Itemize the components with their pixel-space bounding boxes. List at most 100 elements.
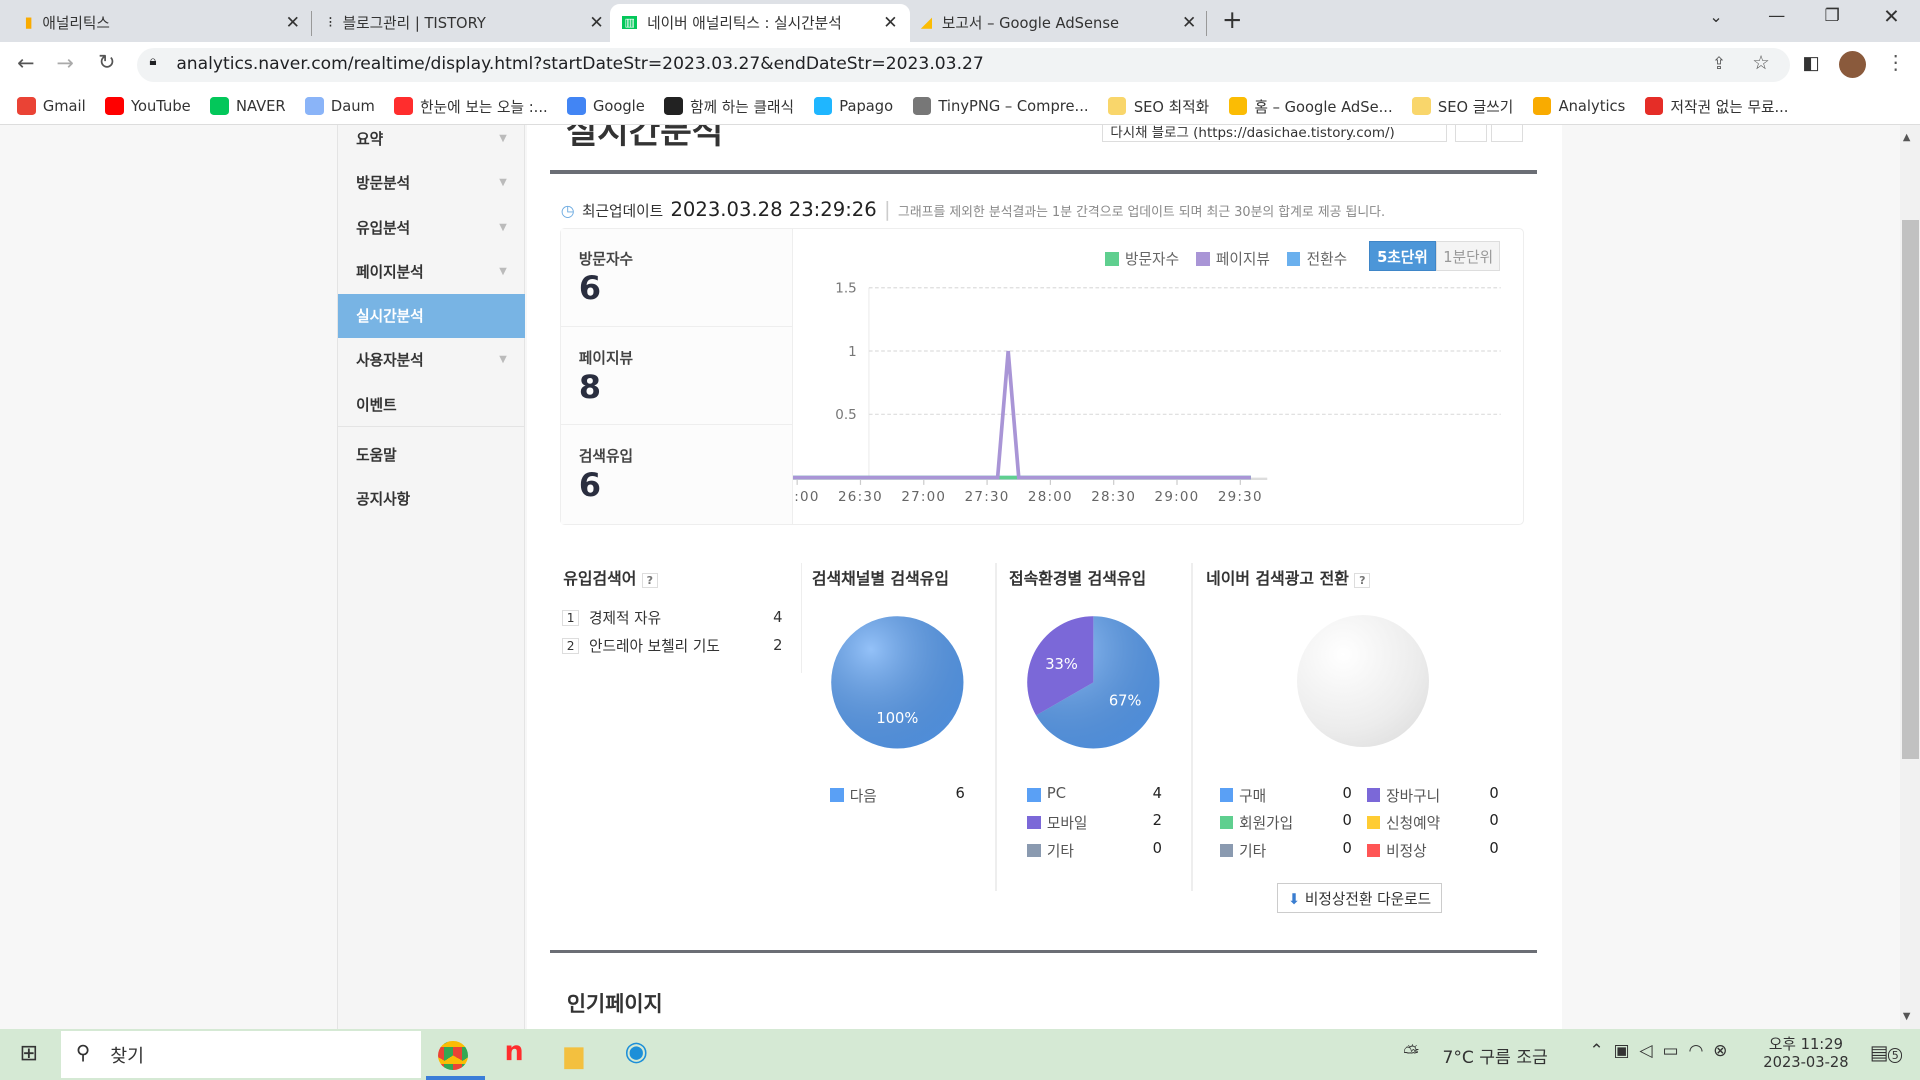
sidebar-item-0[interactable]: 요약 ▼ bbox=[338, 125, 525, 161]
clock[interactable]: 오후 11:29 2023-03-28 bbox=[1763, 1033, 1848, 1071]
reload-icon[interactable]: ↻ bbox=[98, 50, 115, 74]
env-legend: PC 4 모바일 2 기타 0 bbox=[1027, 784, 1162, 867]
legend-swatch bbox=[1219, 843, 1234, 858]
share-icon[interactable]: ⇪ bbox=[1712, 54, 1726, 74]
system-tray-icons[interactable]: ⌃▣◁▭◠⊗ bbox=[1589, 1041, 1737, 1061]
edge-icon[interactable]: ◉ bbox=[624, 1036, 648, 1067]
keyword-row[interactable]: 2 안드레아 보첼리 기도 2 bbox=[562, 632, 782, 660]
sidebar-item-4[interactable]: 실시간분석 bbox=[337, 293, 526, 338]
bookmark-icon bbox=[567, 96, 586, 116]
help-icon[interactable]: ? bbox=[641, 572, 658, 588]
back-icon[interactable]: ← bbox=[17, 51, 34, 75]
menu-icon[interactable]: ⋮ bbox=[1886, 51, 1906, 74]
help-icon[interactable]: ? bbox=[1354, 572, 1371, 588]
bookmark-12[interactable]: Analytics bbox=[1532, 96, 1625, 116]
bookmark-6[interactable]: 함께 하는 클래식 bbox=[664, 96, 794, 117]
bookmark-icon bbox=[17, 96, 36, 116]
bookmark-0[interactable]: Gmail bbox=[17, 96, 86, 116]
close-icon[interactable]: ✕ bbox=[286, 13, 300, 33]
site-select[interactable]: 다시채 블로그 (https://dasichae.tistory.com/) bbox=[1102, 124, 1448, 143]
minimize-button[interactable]: — bbox=[1768, 6, 1785, 26]
page-title: 실시간분석 bbox=[565, 124, 724, 152]
bookmark-9[interactable]: SEO 최적화 bbox=[1108, 96, 1209, 117]
legend-swatch bbox=[1196, 252, 1210, 266]
chart-legend: 방문자수 페이지뷰 전환수 bbox=[1105, 248, 1364, 269]
download-abnormal-button[interactable]: ⬇ 비정상전환 다운로드 bbox=[1277, 882, 1442, 914]
bookmark-icon bbox=[813, 96, 832, 116]
weather-text[interactable]: 7°C 구름 조금 bbox=[1442, 1043, 1547, 1068]
close-icon[interactable]: ✕ bbox=[1182, 13, 1196, 33]
bookmark-icon bbox=[394, 96, 413, 116]
tab-tistory[interactable]: ⁝ 블로그관리 | TISTORY ✕ bbox=[316, 4, 616, 42]
page: 요약 ▼ 방문분석 ▼ 유입분석 ▼ 페이지분석 ▼ 실시간분석 사용자분석 ▼ 이벤트 도움말 공지사항… bbox=[0, 124, 1920, 1029]
clock-icon: ◷ bbox=[560, 201, 575, 221]
legend-swatch bbox=[1287, 252, 1301, 266]
print-button[interactable] bbox=[1491, 124, 1524, 143]
bookmark-3[interactable]: Daum bbox=[305, 96, 375, 116]
x-tick-label: 27:30 bbox=[965, 490, 1010, 505]
sidebar-item-1[interactable]: 방문분석 ▼ bbox=[338, 160, 525, 204]
bookmark-11[interactable]: SEO 글쓰기 bbox=[1412, 96, 1513, 117]
close-window-button[interactable]: ✕ bbox=[1883, 5, 1899, 28]
bookmark-icon bbox=[1532, 96, 1552, 116]
side-panel-icon[interactable]: ◧ bbox=[1802, 53, 1819, 74]
download-icon: ⬇ bbox=[1287, 890, 1301, 908]
bookmark-2[interactable]: NAVER bbox=[210, 96, 286, 116]
bookmark-7[interactable]: Papago bbox=[813, 96, 893, 116]
pie-label: 33% bbox=[1045, 656, 1078, 673]
naver-analytics-icon: ▥ bbox=[622, 16, 638, 30]
sidebar-item-2[interactable]: 유입분석 ▼ bbox=[338, 206, 525, 250]
taskbar: ⊞ ⚲ 찾기 n ▆ ◉ ⛅︎ 7°C 구름 조금 ⌃▣◁▭◠⊗ 오후 11:29… bbox=[0, 1028, 1920, 1080]
stat-card: 검색유입 6 bbox=[578, 448, 633, 505]
tab-search-icon[interactable]: ⌄ bbox=[1709, 7, 1722, 26]
close-icon[interactable]: ✕ bbox=[883, 13, 897, 33]
taskbar-search-input[interactable]: ⚲ 찾기 bbox=[61, 1031, 422, 1078]
x-tick-label: 27:00 bbox=[902, 490, 947, 505]
bookmark-13[interactable]: 저작권 없는 무료... bbox=[1644, 96, 1788, 117]
naver-n-icon[interactable]: n bbox=[504, 1036, 523, 1067]
new-tab-button[interactable]: + bbox=[1222, 5, 1243, 34]
tab-bar: ▮ 애널리틱스 ✕ ⁝ 블로그관리 | TISTORY ✕ ▥ 네이버 애널리틱스 : 실… bbox=[0, 0, 1920, 42]
legend-row: 회원가입 0 bbox=[1219, 812, 1367, 839]
5sec-unit-button[interactable]: 5초단위 bbox=[1368, 240, 1437, 272]
unit-toggle: 5초단위 1분단위 bbox=[1368, 240, 1501, 272]
stat-card: 페이지뷰 8 bbox=[560, 327, 792, 426]
bookmark-5[interactable]: Google bbox=[567, 96, 645, 116]
scrollbar-thumb[interactable] bbox=[1901, 220, 1919, 760]
bookmark-8[interactable]: TinyPNG – Compre... bbox=[912, 96, 1089, 116]
pie-slice[interactable] bbox=[831, 615, 964, 749]
legend-swatch bbox=[1219, 788, 1234, 802]
windows-start-icon[interactable]: ⊞ bbox=[20, 1041, 38, 1066]
star-icon[interactable]: ☆ bbox=[1752, 51, 1770, 74]
keyword-row[interactable]: 1 경제적 자유 4 bbox=[562, 604, 782, 632]
chrome-icon[interactable] bbox=[438, 1040, 468, 1071]
forward-icon[interactable]: → bbox=[56, 51, 73, 75]
sidebar-item-6[interactable]: 이벤트 bbox=[338, 382, 525, 426]
tab-naver-analytics[interactable]: ▥ 네이버 애널리틱스 : 실시간분석 ✕ bbox=[609, 3, 910, 42]
sidebar-item-5[interactable]: 사용자분석 ▼ bbox=[338, 338, 525, 382]
restore-button[interactable]: ❐ bbox=[1824, 6, 1839, 26]
file-explorer-icon[interactable]: ▆ bbox=[564, 1040, 583, 1069]
settings-button[interactable] bbox=[1454, 124, 1487, 143]
bookmark-icon bbox=[210, 96, 229, 116]
caret-down-icon: ▼ bbox=[499, 222, 507, 234]
legend-item: 페이지뷰 bbox=[1196, 251, 1270, 268]
bookmark-4[interactable]: 한눈에 보는 오늘 :... bbox=[394, 96, 548, 117]
tab-adsense[interactable]: ◢ 보고서 – Google AdSense ✕ bbox=[909, 4, 1209, 42]
url-input[interactable]: 🔒︎ analytics.naver.com/realtime/display.h… bbox=[137, 47, 1791, 83]
ads-empty-pie bbox=[1296, 614, 1429, 747]
notification-icon[interactable]: ▤ 5 bbox=[1870, 1041, 1903, 1064]
1min-unit-button[interactable]: 1분단위 bbox=[1436, 240, 1501, 272]
scrollbar[interactable]: ▲ ▼ bbox=[1900, 124, 1920, 1029]
search-icon: ⚲ bbox=[75, 1040, 91, 1064]
caret-down-icon: ▼ bbox=[499, 266, 507, 278]
bookmark-10[interactable]: 홈 – Google AdSe... bbox=[1228, 96, 1393, 117]
sidebar-item-8[interactable]: 공지사항 bbox=[338, 476, 525, 520]
sidebar-item-7[interactable]: 도움말 bbox=[338, 432, 525, 476]
bookmark-1[interactable]: YouTube bbox=[105, 96, 191, 116]
tab-analytics[interactable]: ▮ 애널리틱스 ✕ bbox=[12, 4, 312, 42]
stats-column: 방문자수 6 페이지뷰 8 검색유입 6 bbox=[560, 228, 794, 524]
sidebar-item-3[interactable]: 페이지분석 ▼ bbox=[338, 250, 525, 294]
close-icon[interactable]: ✕ bbox=[589, 13, 603, 33]
keywords-title: 유입검색어 ? bbox=[563, 566, 658, 589]
